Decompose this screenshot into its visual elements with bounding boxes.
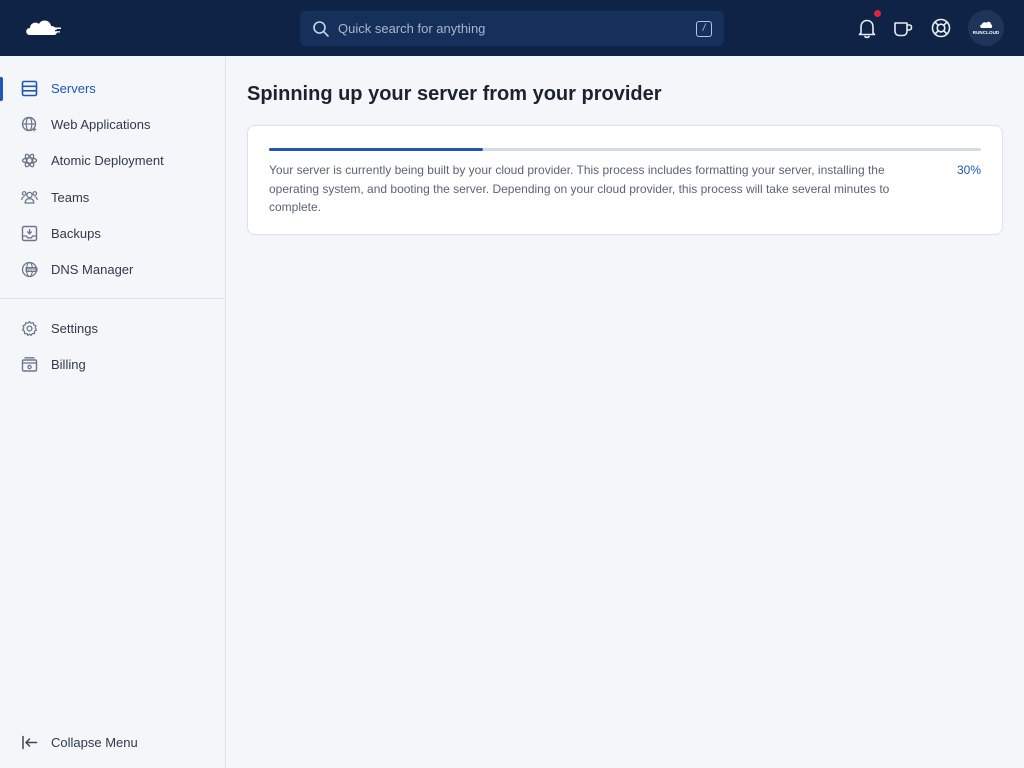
- mug-icon[interactable]: [891, 16, 915, 40]
- collapse-arrow-icon: [22, 735, 38, 750]
- sidebar-item-label: Servers: [51, 81, 96, 96]
- progress-bar: [269, 148, 981, 151]
- sidebar-item-dns-manager[interactable]: DNS DNS Manager: [0, 252, 225, 288]
- gear-icon: [21, 320, 38, 337]
- collapse-menu-button[interactable]: Collapse Menu: [0, 725, 225, 761]
- sidebar-item-atomic-deployment[interactable]: Atomic Deployment: [0, 143, 225, 179]
- sidebar-item-billing[interactable]: Billing: [0, 347, 225, 383]
- main-content: Spinning up your server from your provid…: [226, 56, 1024, 768]
- backup-icon: [21, 225, 38, 242]
- sidebar-item-web-applications[interactable]: Web Applications: [0, 107, 225, 143]
- provisioning-card: Your server is currently being built by …: [247, 125, 1003, 235]
- sidebar-item-label: Backups: [51, 226, 101, 241]
- sidebar-divider: [0, 298, 225, 299]
- collapse-menu-label: Collapse Menu: [51, 735, 138, 750]
- team-icon: [21, 191, 38, 204]
- progress-message: Your server is currently being built by …: [269, 163, 890, 214]
- avatar-label: RUNCLOUD: [972, 30, 1000, 35]
- atom-icon: [21, 153, 38, 168]
- page-title: Spinning up your server from your provid…: [247, 83, 662, 105]
- sidebar-item-label: Settings: [51, 321, 98, 336]
- search-bar[interactable]: /: [300, 11, 724, 46]
- sidebar: Servers Web Applications Atomic Deployme…: [0, 56, 226, 768]
- dns-icon: DNS: [21, 261, 38, 278]
- notification-badge: [874, 10, 881, 17]
- search-icon: [313, 20, 329, 37]
- sidebar-item-label: DNS Manager: [51, 262, 134, 277]
- sidebar-item-backups[interactable]: Backups: [0, 216, 225, 252]
- sidebar-item-label: Web Applications: [51, 117, 151, 132]
- cloud-logo-icon[interactable]: [24, 17, 62, 39]
- server-icon: [21, 80, 38, 97]
- avatar[interactable]: RUNCLOUD: [968, 10, 1004, 46]
- sidebar-item-servers[interactable]: Servers: [0, 71, 225, 107]
- sidebar-item-label: Teams: [51, 190, 90, 205]
- svg-text:DNS: DNS: [27, 267, 36, 272]
- search-shortcut-key: /: [696, 20, 712, 37]
- avatar-cloud-icon: [980, 21, 993, 28]
- progress-percent: 30%: [956, 163, 981, 177]
- billing-icon: [21, 357, 38, 372]
- sidebar-item-settings[interactable]: Settings: [0, 311, 225, 347]
- globe-icon: [21, 116, 37, 133]
- lifebuoy-icon[interactable]: [929, 16, 953, 40]
- sidebar-item-teams[interactable]: Teams: [0, 180, 225, 216]
- top-bar: / RUNCLOUD: [0, 0, 1024, 56]
- sidebar-item-label: Atomic Deployment: [51, 153, 164, 168]
- search-input[interactable]: [338, 21, 696, 36]
- sidebar-item-label: Billing: [51, 357, 86, 372]
- progress-fill: [269, 148, 483, 151]
- bell-icon[interactable]: [855, 16, 879, 40]
